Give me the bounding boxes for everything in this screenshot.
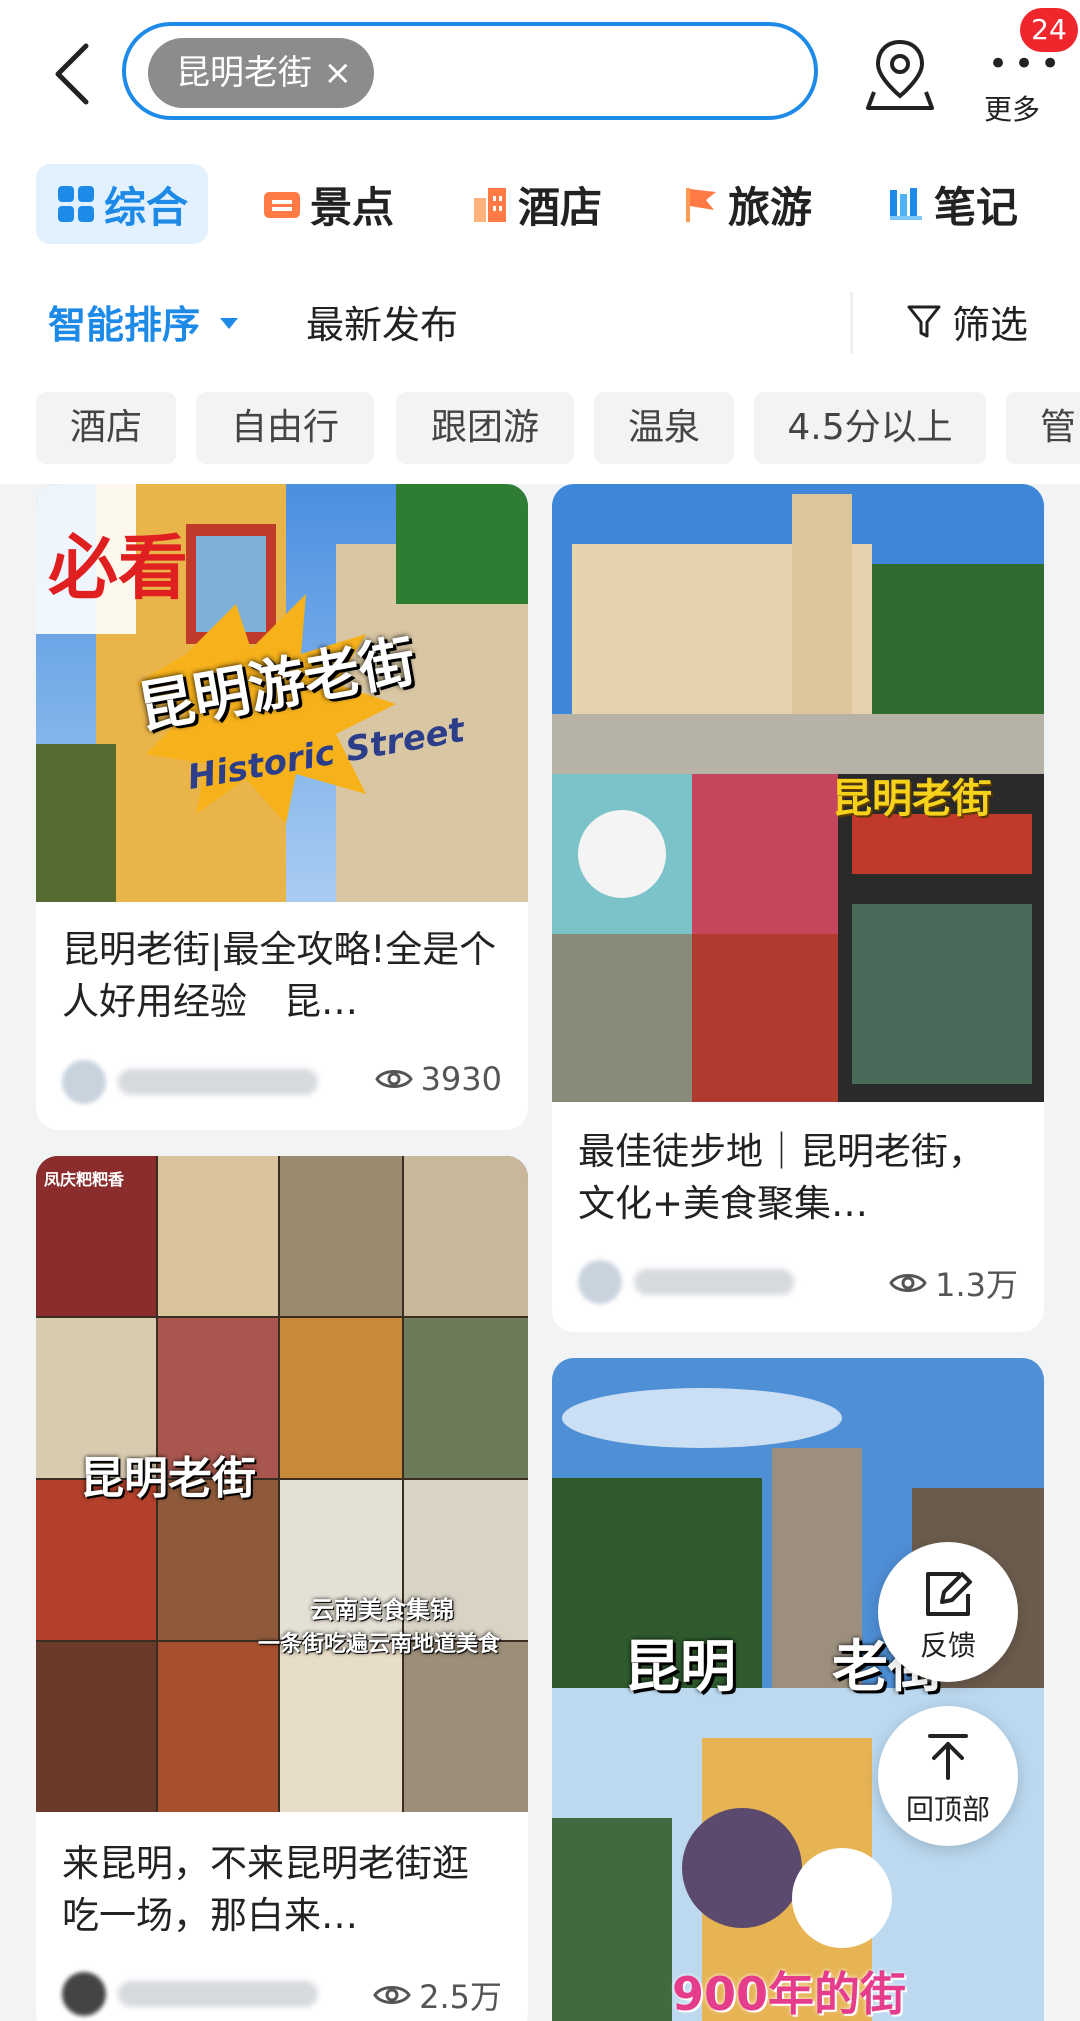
close-icon[interactable]: × [324, 38, 353, 108]
sort-bar: 智能排序 最新发布 筛选 [0, 284, 1080, 364]
smart-sort-button[interactable]: 智能排序 [48, 294, 200, 349]
notification-badge: 24 [1020, 8, 1078, 52]
grid-icon [56, 184, 96, 224]
latest-sort-button[interactable]: 最新发布 [306, 294, 458, 349]
flag-icon [680, 184, 720, 224]
eye-icon [889, 1274, 927, 1292]
tab-label: 景点 [310, 182, 395, 232]
cover-subtitle-text: 900年的街 [672, 1967, 907, 2021]
eye-icon [374, 1070, 413, 1088]
search-keyword-text: 昆明老街 [176, 53, 312, 93]
cover-subtitle-text: 云南美食集锦 [310, 1596, 454, 1624]
author-name-blurred [634, 1269, 794, 1295]
author-name-blurred [118, 1981, 318, 2007]
filter-label: 筛选 [952, 303, 1029, 347]
cover-side-text: 必看 [48, 527, 188, 609]
filter-button[interactable]: 筛选 [906, 294, 1028, 349]
ticket-icon [262, 184, 302, 224]
view-count-text: 1.3万 [935, 1266, 1018, 1304]
filter-icon [907, 305, 941, 337]
divider [850, 292, 853, 354]
view-count-text: 2.5万 [419, 1978, 502, 2016]
notes-icon [886, 184, 926, 224]
tab-label: 综合 [104, 182, 189, 232]
note-card[interactable]: 必看 昆明游老街 Historic Street 昆明老街|最全攻略!全是个人好… [36, 484, 528, 1130]
cover-subtitle-text: 一条街吃遍云南地道美食 [258, 1632, 501, 1657]
search-keyword-chip[interactable]: 昆明老街 × [148, 38, 374, 108]
eye-icon [373, 1986, 411, 2004]
tab-travel[interactable]: 旅游 [680, 164, 812, 244]
tab-notes[interactable]: 笔记 [886, 164, 1018, 244]
category-tabs: 综合 景点 酒店 旅游 笔记 [0, 160, 1080, 250]
search-input[interactable]: 昆明老街 × [122, 22, 818, 120]
caret-down-icon[interactable] [220, 318, 238, 329]
more-label: 更多 [984, 93, 1041, 126]
note-card[interactable]: 昆明 老街 900年的街 [552, 1358, 1044, 2021]
back-to-top-label: 回顶部 [905, 1793, 990, 1826]
card-cover-image: 必看 昆明游老街 Historic Street [36, 484, 528, 902]
author-name-blurred [118, 1069, 318, 1095]
tag-chip[interactable]: 4.5分以上 [754, 392, 986, 464]
cover-title-text: 昆明 [624, 1635, 736, 1700]
arrow-up-icon [928, 1734, 968, 1780]
card-title: 昆明老街|最全攻略!全是个人好用经验 昆… [62, 928, 497, 1023]
avatar [62, 1972, 106, 2016]
tag-chip[interactable]: 管 [1006, 392, 1080, 464]
view-count-text: 3930 [420, 1060, 502, 1098]
edit-icon [926, 1572, 972, 1616]
building-icon [470, 184, 510, 224]
view-count: 2.5万 [373, 1972, 502, 2018]
view-count: 1.3万 [889, 1260, 1018, 1306]
search-header: 昆明老街 × ••• 更多 24 [0, 0, 1080, 150]
card-cover-image: 昆明 老街 900年的街 [552, 1358, 1044, 2021]
tab-label: 酒店 [518, 182, 603, 232]
feedback-button[interactable]: 反馈 [878, 1542, 1018, 1682]
cover-title-text: 昆明老街 [832, 776, 992, 822]
view-count: 3930 [374, 1060, 502, 1098]
card-cover-image: 凤庆粑粑香 昆明老街 云南美食集锦 一条街吃遍云南地道美食 [36, 1156, 528, 1812]
back-to-top-button[interactable]: 回顶部 [878, 1706, 1018, 1846]
card-author[interactable] [62, 1056, 318, 1108]
tab-comprehensive[interactable]: 综合 [36, 164, 209, 244]
cover-top-text: 凤庆粑粑香 [44, 1170, 125, 1189]
tag-chip-row: 酒店 自由行 跟团游 温泉 4.5分以上 管 [0, 388, 1080, 468]
avatar [578, 1260, 622, 1304]
tag-chip[interactable]: 温泉 [594, 392, 734, 464]
back-button[interactable] [48, 38, 98, 108]
chevron-left-icon [55, 43, 89, 105]
tab-hotels[interactable]: 酒店 [470, 164, 602, 244]
tab-label: 旅游 [728, 182, 813, 232]
card-author[interactable] [578, 1256, 794, 1308]
tag-chip[interactable]: 跟团游 [396, 392, 574, 464]
tag-chip[interactable]: 自由行 [196, 392, 374, 464]
note-card[interactable]: 昆明老街 最佳徒步地｜昆明老街，文化+美食聚集… 1.3万 [552, 484, 1044, 1332]
card-title: 最佳徒步地｜昆明老街，文化+美食聚集… [578, 1130, 985, 1225]
cover-title-text: 昆明老街 [80, 1453, 256, 1504]
map-pin-icon [866, 39, 934, 110]
results-feed: 必看 昆明游老街 Historic Street 昆明老街|最全攻略!全是个人好… [0, 484, 1080, 2021]
map-button[interactable] [864, 36, 936, 112]
avatar [62, 1060, 106, 1104]
tab-attractions[interactable]: 景点 [262, 164, 394, 244]
card-cover-image: 昆明老街 [552, 484, 1044, 1102]
tag-chip[interactable]: 酒店 [36, 392, 176, 464]
feedback-label: 反馈 [919, 1629, 976, 1662]
card-title: 来昆明，不来昆明老街逛吃一场，那白来… [62, 1842, 469, 1937]
tab-label: 笔记 [934, 182, 1019, 232]
note-card[interactable]: 凤庆粑粑香 昆明老街 云南美食集锦 一条街吃遍云南地道美食 来昆明，不来昆明老街… [36, 1156, 528, 2021]
card-author[interactable] [62, 1968, 318, 2020]
